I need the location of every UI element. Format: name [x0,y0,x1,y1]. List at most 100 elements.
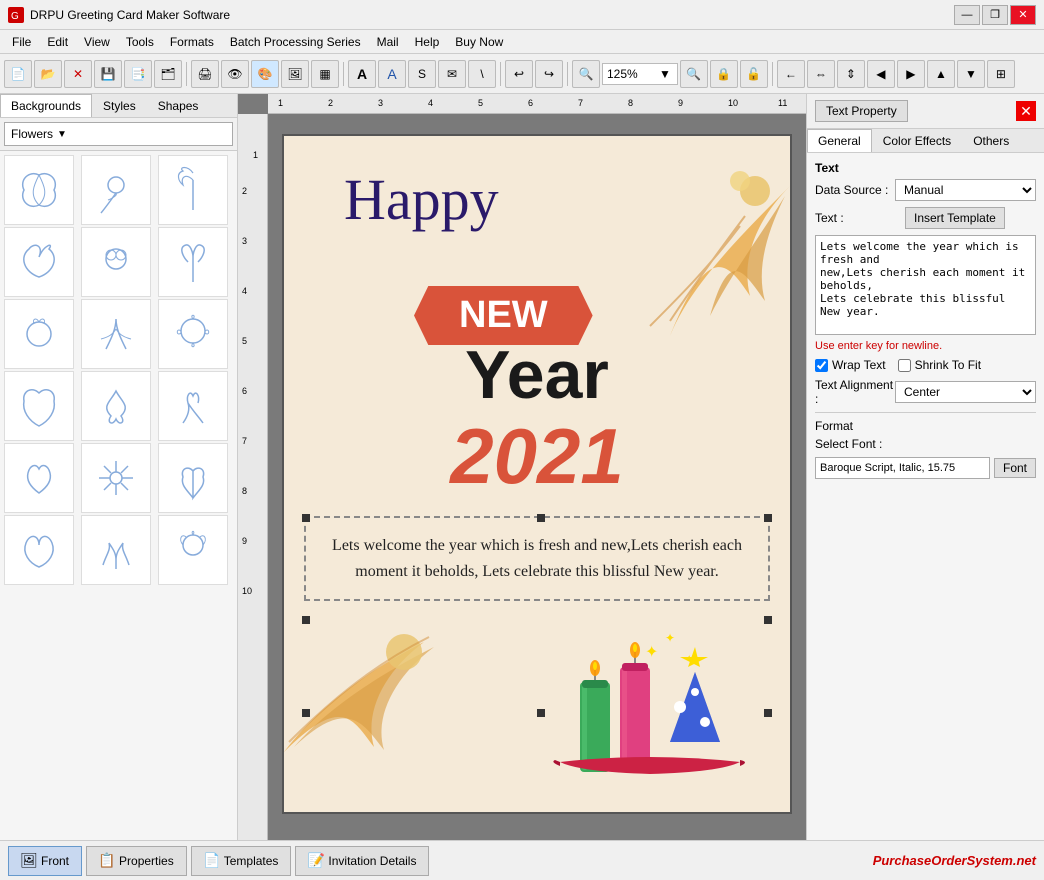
line-button[interactable]: \ [468,60,496,88]
resize-handle-mr[interactable] [764,616,772,624]
arc-text-button[interactable]: S [408,60,436,88]
tab-shapes[interactable]: Shapes [147,94,210,117]
tab-styles[interactable]: Styles [92,94,147,117]
print-button[interactable]: 🖨 [191,60,219,88]
shape-item[interactable] [81,299,151,369]
nav-up-button[interactable]: ▲ [927,60,955,88]
redo-button[interactable]: ↪ [535,60,563,88]
save-button[interactable]: 💾 [94,60,122,88]
open-button[interactable]: 📂 [34,60,62,88]
category-dropdown[interactable]: Flowers ▼ [4,122,233,146]
resize-handle-ml[interactable] [302,616,310,624]
send-back-button[interactable]: ⊞ [987,60,1015,88]
canvas-area[interactable]: 123 456 789 1011 1 234 567 8910 [238,94,806,840]
wrap-text-group: Wrap Text [815,358,886,372]
shape-item[interactable] [158,299,228,369]
text-textarea[interactable]: Lets welcome the year which is fresh and… [815,235,1036,335]
tab-general[interactable]: General [807,129,872,152]
shape-item[interactable] [81,515,151,585]
shape-item[interactable] [4,371,74,441]
category-arrow-icon: ▼ [57,129,67,140]
svg-text:6: 6 [242,386,247,396]
shrink-fit-checkbox[interactable] [898,359,911,372]
shape-item[interactable] [158,227,228,297]
open-folder-button[interactable]: 🗂 [154,60,182,88]
menu-buy[interactable]: Buy Now [447,33,511,51]
shape-item[interactable] [4,227,74,297]
minimize-button[interactable]: — [954,5,980,25]
data-source-select[interactable]: Manual [895,179,1036,201]
bottom-front-button[interactable]: 🖼 Front [8,846,82,876]
bottom-properties-button[interactable]: 📋 Properties [86,846,187,876]
wrap-text-checkbox[interactable] [815,359,828,372]
nav-right-button[interactable]: ▶ [897,60,925,88]
nav-left-button[interactable]: ◀ [867,60,895,88]
shape-item[interactable] [4,515,74,585]
zoom-input[interactable]: 125% [607,67,657,81]
menu-edit[interactable]: Edit [39,33,76,51]
resize-handle-bl[interactable] [302,709,310,717]
bottom-templates-button[interactable]: 📄 Templates [191,846,292,876]
unlock-button[interactable]: 🔓 [740,60,768,88]
zoom-out-button[interactable]: 🔍 [680,60,708,88]
save-as-button[interactable]: 📑 [124,60,152,88]
shape-item[interactable] [81,371,151,441]
image-button[interactable]: 🖼 [281,60,309,88]
resize-handle-tr[interactable] [764,514,772,522]
shape-item[interactable] [4,155,74,225]
tab-backgrounds[interactable]: Backgrounds [0,94,92,117]
svg-text:2: 2 [242,186,247,196]
menu-batch[interactable]: Batch Processing Series [222,33,369,51]
resize-handle-br[interactable] [764,709,772,717]
back-button[interactable]: ← [777,60,805,88]
menu-view[interactable]: View [76,33,118,51]
text-alignment-select[interactable]: Center Left Right Justify [895,381,1036,403]
bottom-bar: 🖼 Front 📋 Properties 📄 Templates 📝 Invit… [0,840,1044,880]
shape-item[interactable] [4,443,74,513]
shape-item[interactable] [158,155,228,225]
mirror-h-button[interactable]: ⇔ [807,60,835,88]
zoom-dropdown[interactable]: ▼ [657,67,673,81]
design-button[interactable]: 🎨 [251,60,279,88]
text-property-close-button[interactable]: ✕ [1016,101,1036,121]
maximize-button[interactable]: ❐ [982,5,1008,25]
tab-others[interactable]: Others [962,129,1020,152]
email-button[interactable]: ✉ [438,60,466,88]
menu-file[interactable]: File [4,33,39,51]
font-button[interactable]: Font [994,458,1036,478]
shape-item[interactable] [158,443,228,513]
lock-button[interactable]: 🔒 [710,60,738,88]
undo-button[interactable]: ↩ [505,60,533,88]
tab-color-effects[interactable]: Color Effects [872,129,962,152]
menu-formats[interactable]: Formats [162,33,222,51]
text-property-button[interactable]: Text Property [815,100,908,122]
newline-hint: Use enter key for newline. [815,340,1036,352]
resize-handle-tl[interactable] [302,514,310,522]
shape-item[interactable] [158,371,228,441]
shape-item[interactable] [158,515,228,585]
purchase-link[interactable]: PurchaseOrderSystem.net [873,853,1036,868]
card-text-box[interactable]: Lets welcome the year which is fresh and… [304,516,770,601]
resize-handle-bm[interactable] [537,709,545,717]
zoom-in-button[interactable]: 🔍 [572,60,600,88]
nav-down-button[interactable]: ▼ [957,60,985,88]
flip-v-button[interactable]: ⇕ [837,60,865,88]
close-button[interactable]: ✕ [64,60,92,88]
insert-template-button[interactable]: Insert Template [905,207,1005,229]
text-select-button[interactable]: A [378,60,406,88]
close-window-button[interactable]: ✕ [1010,5,1036,25]
bottom-invitation-button[interactable]: 📝 Invitation Details [295,846,429,876]
resize-handle-tm[interactable] [537,514,545,522]
shape-item[interactable] [81,155,151,225]
text-button[interactable]: A [348,60,376,88]
shape-item[interactable] [4,299,74,369]
print-preview-button[interactable]: 👁 [221,60,249,88]
barcode-button[interactable]: ▦ [311,60,339,88]
left-tabs: Backgrounds Styles Shapes [0,94,237,118]
shape-item[interactable] [81,227,151,297]
new-button[interactable]: 📄 [4,60,32,88]
shape-item[interactable] [81,443,151,513]
menu-tools[interactable]: Tools [118,33,162,51]
menu-mail[interactable]: Mail [369,33,407,51]
menu-help[interactable]: Help [407,33,448,51]
